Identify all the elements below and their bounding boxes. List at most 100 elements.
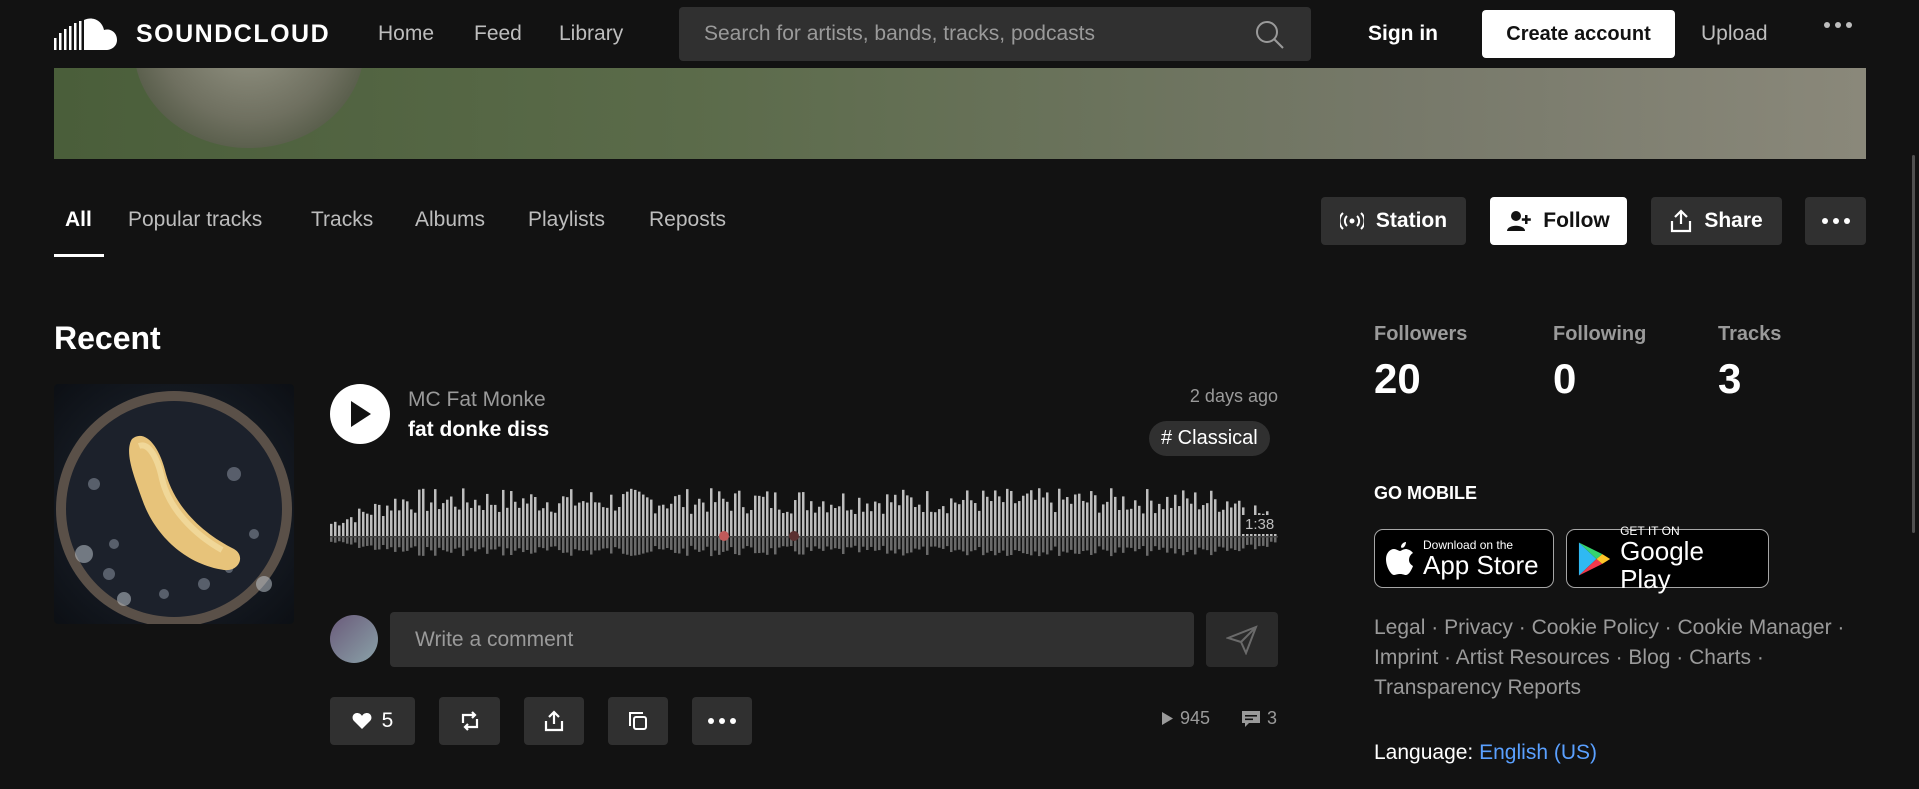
waveform-bar: [414, 512, 417, 536]
footer-link-transparency-reports[interactable]: Transparency Reports: [1374, 676, 1581, 699]
waveform-bar-reflection: [846, 537, 849, 548]
waveform-bar-reflection: [730, 537, 733, 548]
footer-link-artist-resources[interactable]: Artist Resources: [1456, 646, 1610, 669]
waveform-bar-reflection: [818, 537, 821, 549]
nav-library[interactable]: Library: [559, 22, 623, 46]
soundcloud-logo[interactable]: SOUNDCLOUD: [54, 16, 330, 52]
waveform-bar: [1154, 513, 1157, 536]
waveform-bar: [858, 497, 861, 536]
nav-feed[interactable]: Feed: [474, 22, 522, 46]
section-title-recent: Recent: [54, 320, 161, 356]
waveform-bar: [350, 517, 353, 536]
waveform-bar: [1126, 509, 1129, 536]
more-options-icon[interactable]: [1824, 22, 1852, 28]
waveform-bar-reflection: [758, 537, 761, 554]
track-share-button[interactable]: [524, 697, 584, 745]
waveform-bar-reflection: [942, 537, 945, 549]
waveform-bar-reflection: [418, 537, 421, 556]
heart-icon: [352, 713, 372, 729]
waveform-bar: [1130, 508, 1133, 536]
genre-tag[interactable]: # Classical: [1149, 421, 1270, 456]
waveform-bar-reflection: [546, 537, 549, 551]
footer-link-blog[interactable]: Blog: [1628, 646, 1670, 669]
waveform-bar: [1210, 490, 1213, 536]
footer-link-privacy[interactable]: Privacy: [1444, 616, 1513, 639]
footer-link-cookie-manager[interactable]: Cookie Manager: [1678, 616, 1832, 639]
waveform-bar-reflection: [930, 537, 933, 547]
upload-link[interactable]: Upload: [1701, 22, 1768, 46]
waveform-bar: [862, 511, 865, 536]
waveform-bar-reflection: [642, 537, 645, 554]
waveform-bar-reflection: [1258, 537, 1261, 547]
profile-more-icon[interactable]: [1805, 197, 1866, 245]
waveform-comment-marker[interactable]: [789, 531, 799, 541]
track-more-icon[interactable]: [692, 697, 752, 745]
app-store-badge[interactable]: Download on the App Store: [1374, 529, 1554, 588]
waveform-bar-reflection: [982, 537, 985, 556]
like-button[interactable]: 5: [330, 697, 415, 745]
page-scrollbar[interactable]: [1912, 155, 1915, 533]
waveform-bar-reflection: [1142, 537, 1145, 547]
followers-value[interactable]: 20: [1374, 355, 1421, 403]
waveform-bar-reflection: [802, 537, 805, 555]
waveform-bar: [834, 508, 837, 536]
create-account-button[interactable]: Create account: [1482, 10, 1675, 58]
tracks-value[interactable]: 3: [1718, 355, 1741, 403]
footer-link-charts[interactable]: Charts: [1689, 646, 1751, 669]
waveform-bar: [1034, 499, 1037, 536]
comment-count[interactable]: 3: [1241, 708, 1277, 729]
waveform-bar: [738, 490, 741, 536]
search-input[interactable]: [679, 7, 1259, 61]
waveform-bar: [1238, 500, 1241, 536]
waveform-bar-reflection: [1106, 537, 1109, 551]
sign-in-link[interactable]: Sign in: [1368, 22, 1438, 46]
followers-label[interactable]: Followers: [1374, 323, 1467, 346]
waveform-bar: [778, 509, 781, 536]
tab-popular-tracks[interactable]: Popular tracks: [128, 208, 262, 232]
tab-albums[interactable]: Albums: [415, 208, 485, 232]
waveform-comment-marker[interactable]: [719, 531, 729, 541]
follow-button[interactable]: Follow: [1490, 197, 1627, 245]
footer-link-imprint[interactable]: Imprint: [1374, 646, 1438, 669]
waveform-bar-reflection: [1178, 537, 1181, 549]
tab-tracks[interactable]: Tracks: [311, 208, 373, 232]
track-waveform[interactable]: [330, 480, 1278, 560]
track-title-link[interactable]: fat donke diss: [408, 418, 549, 442]
tab-playlists[interactable]: Playlists: [528, 208, 605, 232]
footer-link-cookie-policy[interactable]: Cookie Policy: [1532, 616, 1659, 639]
nav-home[interactable]: Home: [378, 22, 434, 46]
waveform-bar-reflection: [1246, 537, 1249, 545]
waveform-bar-reflection: [842, 537, 845, 555]
tracks-label[interactable]: Tracks: [1718, 323, 1781, 346]
footer-links: Legal · Privacy · Cookie Policy · Cookie…: [1374, 616, 1845, 699]
waveform-bar-reflection: [1002, 537, 1005, 551]
repost-button[interactable]: [439, 697, 500, 745]
waveform-bar-reflection: [518, 537, 521, 549]
search-icon[interactable]: [1255, 20, 1285, 55]
google-play-badge[interactable]: GET IT ON Google Play: [1566, 525, 1769, 593]
footer-link-legal[interactable]: Legal: [1374, 616, 1425, 639]
send-comment-button[interactable]: [1206, 612, 1278, 667]
waveform-bar-reflection: [1222, 537, 1225, 548]
language-link[interactable]: English (US): [1479, 741, 1597, 764]
waveform-bar-reflection: [342, 537, 345, 543]
play-button[interactable]: [330, 384, 390, 444]
following-value[interactable]: 0: [1553, 355, 1576, 403]
waveform-bar: [962, 499, 965, 536]
share-button[interactable]: Share: [1651, 197, 1782, 245]
waveform-bar-reflection: [622, 537, 625, 554]
waveform-bar-reflection: [958, 537, 961, 550]
track-artist-link[interactable]: MC Fat Monke: [408, 388, 546, 412]
station-button[interactable]: Station: [1321, 197, 1466, 245]
waveform-bar-reflection: [358, 537, 361, 548]
track-artwork[interactable]: [54, 384, 294, 624]
tab-reposts[interactable]: Reposts: [649, 208, 726, 232]
following-label[interactable]: Following: [1553, 323, 1646, 346]
comment-input[interactable]: [390, 612, 1194, 667]
waveform-bar: [994, 490, 997, 536]
waveform-bar: [606, 507, 609, 536]
tab-all[interactable]: All: [65, 208, 92, 232]
profile-avatar[interactable]: [134, 68, 364, 148]
copy-link-button[interactable]: [608, 697, 668, 745]
waveform-bar-reflection: [926, 537, 929, 555]
